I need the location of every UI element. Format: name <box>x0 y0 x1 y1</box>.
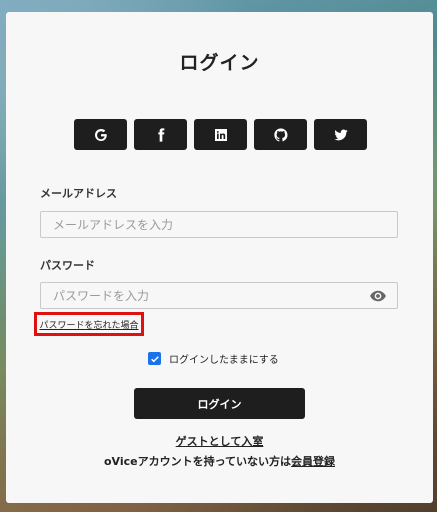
login-button[interactable]: ログイン <box>134 388 305 419</box>
linkedin-icon <box>214 128 227 141</box>
signup-link[interactable]: 会員登録 <box>291 455 335 468</box>
facebook-login-button[interactable] <box>134 119 187 150</box>
email-label: メールアドレス <box>40 187 117 200</box>
github-login-button[interactable] <box>254 119 307 150</box>
remember-label: ログインしたままにする <box>169 355 279 366</box>
email-field-wrapper <box>40 211 398 238</box>
twitter-login-button[interactable] <box>314 119 367 150</box>
login-dialog: ログイン メールアドレス パスワード パスワードを忘れた場合 <box>6 12 433 503</box>
github-icon <box>273 127 288 141</box>
forgot-password-link[interactable]: パスワードを忘れた場合 <box>39 318 138 331</box>
page-title: ログイン <box>179 52 260 74</box>
twitter-icon <box>333 129 348 140</box>
signup-prompt-text: oViceアカウントを持っていない方は <box>103 455 292 468</box>
google-login-button[interactable] <box>74 119 127 150</box>
linkedin-login-button[interactable] <box>194 119 247 150</box>
checkmark-icon <box>150 355 159 362</box>
password-field-wrapper <box>40 282 398 309</box>
google-icon <box>94 128 107 141</box>
password-field[interactable] <box>51 287 369 304</box>
signup-prompt: oViceアカウントを持っていない方は会員登録 <box>6 453 433 469</box>
social-login-row <box>74 119 367 150</box>
facebook-icon <box>157 127 164 142</box>
remember-me[interactable]: ログインしたままにする <box>148 351 279 366</box>
password-label: パスワード <box>40 259 95 272</box>
forgot-password-highlight: パスワードを忘れた場合 <box>34 312 144 336</box>
guest-login-link[interactable]: ゲストとして入室 <box>6 433 433 449</box>
eye-icon[interactable] <box>369 287 387 305</box>
email-field[interactable] <box>51 216 387 233</box>
remember-checkbox[interactable] <box>148 352 161 365</box>
